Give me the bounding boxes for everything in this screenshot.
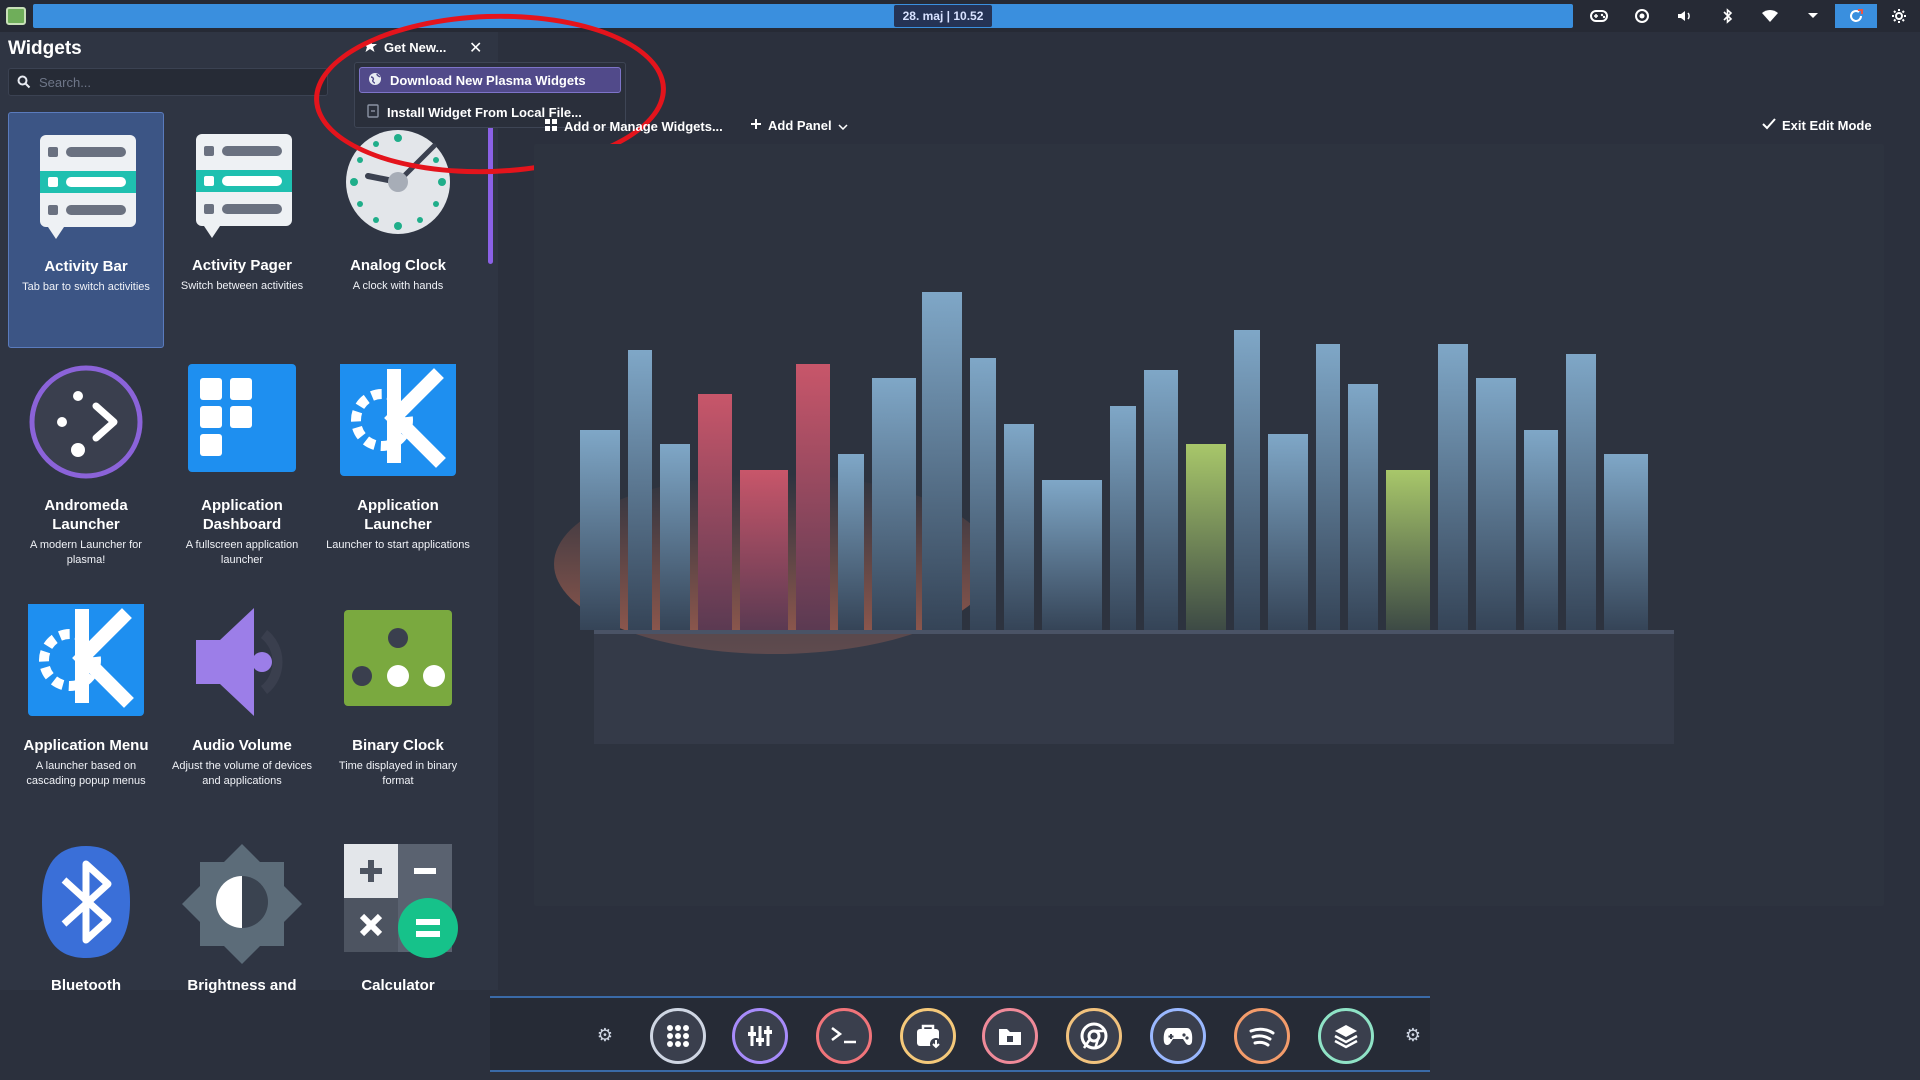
menu-item-download-widgets[interactable]: Download New Plasma Widgets bbox=[359, 67, 621, 93]
kde-logo-icon bbox=[26, 600, 146, 724]
widget-name: Audio Volume bbox=[192, 737, 292, 754]
volume-icon[interactable] bbox=[1664, 4, 1707, 28]
widget-desc: Adjust the volume of devices and applica… bbox=[171, 760, 313, 787]
widgets-panel: Widgets Activity Bar Tab bar to switch a… bbox=[0, 32, 498, 994]
taskbar-area bbox=[33, 4, 1573, 28]
layers-icon[interactable] bbox=[1318, 1008, 1374, 1064]
add-panel-label: Add Panel bbox=[768, 118, 832, 133]
add-widgets-label: Add or Manage Widgets... bbox=[564, 119, 723, 134]
file-icon bbox=[367, 103, 379, 121]
andromeda-launcher-icon bbox=[26, 364, 146, 484]
widget-desc: A fullscreen application launcher bbox=[185, 539, 299, 566]
activity-pager-icon bbox=[182, 124, 302, 244]
widget-tile-brightness[interactable]: Brightness and bbox=[164, 832, 320, 1068]
terminal-icon[interactable] bbox=[816, 1008, 872, 1064]
bluetooth-icon bbox=[26, 844, 146, 964]
widget-name: Andromeda Launcher bbox=[44, 497, 128, 533]
chrome-icon[interactable] bbox=[1066, 1008, 1122, 1064]
widgets-scrollbar[interactable] bbox=[488, 124, 493, 264]
widget-name: Application Launcher bbox=[357, 497, 439, 533]
add-widgets-button[interactable]: Add or Manage Widgets... bbox=[544, 118, 723, 135]
exit-edit-label: Exit Edit Mode bbox=[1782, 118, 1872, 133]
chevron-down-icon[interactable] bbox=[1792, 4, 1835, 28]
app-menu-button[interactable] bbox=[0, 0, 32, 32]
speaker-icon bbox=[182, 604, 302, 724]
widget-name: Application Menu bbox=[23, 737, 149, 754]
search-box[interactable] bbox=[8, 68, 328, 96]
widget-tile-application-dashboard[interactable]: Application Dashboard A fullscreen appli… bbox=[164, 352, 320, 588]
game-controller-icon[interactable] bbox=[1150, 1008, 1206, 1064]
widget-name: Activity Bar bbox=[44, 258, 128, 275]
widget-desc: A clock with hands bbox=[352, 280, 444, 292]
desktop-containment[interactable] bbox=[534, 144, 1884, 906]
chevron-down-icon bbox=[838, 118, 848, 133]
widget-desc: Time displayed in binary format bbox=[338, 760, 458, 787]
widget-tile-application-menu[interactable]: Application Menu A launcher based on cas… bbox=[8, 592, 164, 828]
widget-tile-audio-volume[interactable]: Audio Volume Adjust the volume of device… bbox=[164, 592, 320, 828]
widget-desc: Switch between activities bbox=[180, 280, 304, 292]
widget-name: Binary Clock bbox=[352, 737, 444, 754]
system-tray bbox=[1578, 4, 1920, 28]
clock[interactable]: 28. maj | 10.52 bbox=[894, 5, 992, 27]
bluetooth-icon[interactable] bbox=[1706, 4, 1749, 28]
widget-name: Brightness and bbox=[187, 977, 297, 994]
widget-name: Activity Pager bbox=[191, 257, 293, 274]
store-icon[interactable] bbox=[900, 1008, 956, 1064]
widgets-title: Widgets bbox=[8, 38, 82, 59]
widget-tile-calculator[interactable]: Calculator bbox=[320, 832, 476, 1068]
widget-tile-bluetooth[interactable]: Bluetooth bbox=[8, 832, 164, 1068]
globe-icon bbox=[368, 72, 382, 89]
plus-icon bbox=[750, 118, 762, 133]
menu-item-label: Download New Plasma Widgets bbox=[390, 72, 586, 88]
widget-tile-analog-clock[interactable]: Analog Clock A clock with hands bbox=[320, 112, 476, 348]
grid-icon bbox=[544, 118, 558, 135]
calculator-icon bbox=[338, 844, 458, 964]
widget-tile-activity-pager[interactable]: Activity Pager Switch between activities bbox=[164, 112, 320, 348]
files-icon[interactable] bbox=[982, 1008, 1038, 1064]
dock-configure-gear-icon[interactable]: ⚙ bbox=[1398, 1020, 1428, 1050]
kde-logo-icon bbox=[338, 360, 458, 484]
star-icon bbox=[362, 38, 378, 57]
widget-name: Calculator bbox=[361, 977, 435, 994]
wifi-icon[interactable] bbox=[1749, 4, 1792, 28]
app-grid-icon[interactable] bbox=[650, 1008, 706, 1064]
gear-icon[interactable] bbox=[1877, 4, 1920, 28]
mixer-icon[interactable] bbox=[732, 1008, 788, 1064]
widget-tile-application-launcher[interactable]: Application Launcher Launcher to start a… bbox=[320, 352, 476, 588]
exit-edit-mode-button[interactable]: Exit Edit Mode bbox=[1762, 118, 1872, 133]
settings-circle-icon[interactable] bbox=[1621, 4, 1664, 28]
widget-tile-activity-bar[interactable]: Activity Bar Tab bar to switch activitie… bbox=[8, 112, 164, 348]
get-new-label: Get New... bbox=[384, 40, 447, 55]
widget-desc: A modern Launcher for plasma! bbox=[30, 539, 142, 566]
refresh-icon[interactable] bbox=[1834, 4, 1878, 28]
search-icon bbox=[17, 75, 31, 89]
analog-clock-icon bbox=[338, 124, 458, 244]
search-input[interactable] bbox=[39, 74, 299, 90]
city-skyline-wallpaper bbox=[554, 292, 1674, 744]
add-panel-button[interactable]: Add Panel bbox=[750, 118, 848, 133]
widget-name: Bluetooth bbox=[51, 977, 121, 994]
application-dashboard-icon bbox=[182, 364, 302, 484]
spotify-icon[interactable] bbox=[1234, 1008, 1290, 1064]
activity-bar-icon bbox=[26, 125, 146, 245]
top-panel: 28. maj | 10.52 bbox=[0, 0, 1920, 32]
widget-desc: A launcher based on cascading popup menu… bbox=[26, 760, 146, 787]
dock-settings-gear-icon[interactable]: ⚙ bbox=[590, 1020, 620, 1050]
widget-name: Analog Clock bbox=[350, 257, 446, 274]
binary-clock-icon bbox=[338, 604, 458, 724]
bottom-dock: ⚙ ⚙ bbox=[490, 996, 1430, 1072]
gamepad-icon[interactable] bbox=[1578, 4, 1621, 28]
edit-mode-toolbar: Add or Manage Widgets... Add Panel Exit … bbox=[534, 112, 1884, 140]
widget-tile-andromeda-launcher[interactable]: Andromeda Launcher A modern Launcher for… bbox=[8, 352, 164, 588]
widget-tile-binary-clock[interactable]: Binary Clock Time displayed in binary fo… bbox=[320, 592, 476, 828]
widget-name: Application Dashboard bbox=[201, 497, 283, 533]
get-new-button[interactable]: Get New... bbox=[362, 38, 446, 57]
widget-desc: Tab bar to switch activities bbox=[22, 281, 150, 293]
close-icon[interactable]: ✕ bbox=[469, 38, 482, 58]
widget-desc: Launcher to start applications bbox=[326, 539, 470, 551]
brightness-icon bbox=[182, 844, 302, 964]
app-menu-icon bbox=[6, 7, 26, 25]
check-icon bbox=[1762, 118, 1776, 133]
